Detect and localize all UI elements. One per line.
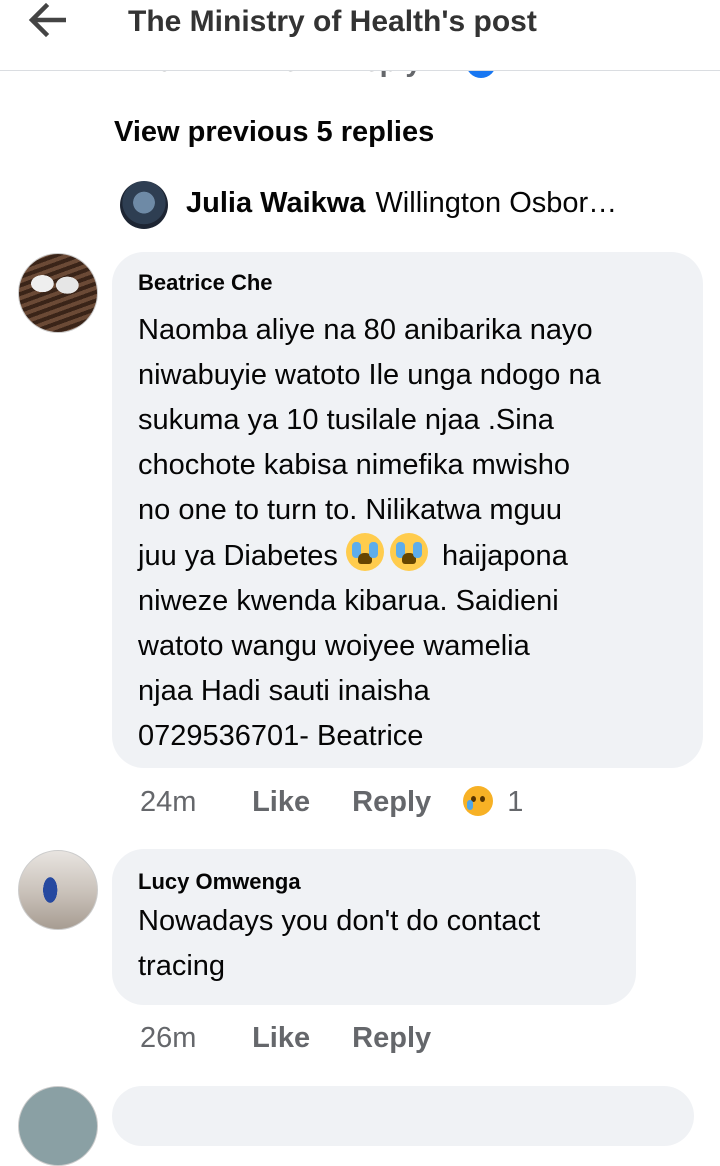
comment-time: 26m [140,1022,197,1054]
comment-bubble[interactable]: Lucy Omwenga Nowadays you don't do conta… [112,849,636,1005]
back-arrow-icon [28,2,66,38]
reply-button[interactable]: Reply [352,786,431,819]
loudly-crying-face-icon [389,533,428,571]
reaction-count[interactable]: 1 [507,786,523,819]
comment-bubble[interactable] [112,1086,694,1146]
comment-author[interactable]: Beatrice Che [138,270,273,296]
comment-author[interactable]: Lucy Omwenga [138,869,301,895]
avatar[interactable] [18,1086,98,1166]
comment-bubble[interactable]: Beatrice Che Naomba aliye na 80 anibarik… [112,252,703,768]
view-previous-replies-link[interactable]: View previous 5 replies [114,116,434,149]
reply-author[interactable]: Julia Waikwa [186,187,365,219]
comment-actions: 24m Like Reply 1 [140,786,523,819]
like-button[interactable]: Like [252,786,310,819]
like-button[interactable]: Like [252,1022,310,1055]
comment-time: 24m [140,786,197,818]
comment-text: Naomba aliye na 80 anibarika nayo niwabu… [138,314,601,752]
comment-text: Nowadays you don't do contact tracing [138,905,541,982]
reply-button[interactable]: Reply [352,1022,431,1055]
loudly-crying-face-icon [345,533,384,571]
page-title: The Ministry of Health's post [128,5,537,38]
sad-face-icon[interactable] [463,786,494,816]
reply-preview-text: Julia Waikwa Willington Osbor… [186,187,696,220]
app-header: The Ministry of Health's post [0,0,720,71]
avatar[interactable] [18,253,98,333]
comment-actions: 26m Like Reply [140,1022,465,1055]
back-button[interactable] [26,2,70,38]
reply-preview[interactable]: Julia Waikwa Willington Osbor… [120,181,700,229]
reply-snippet: Willington Osbor… [375,187,618,219]
avatar[interactable] [18,850,98,930]
avatar[interactable] [120,181,168,229]
